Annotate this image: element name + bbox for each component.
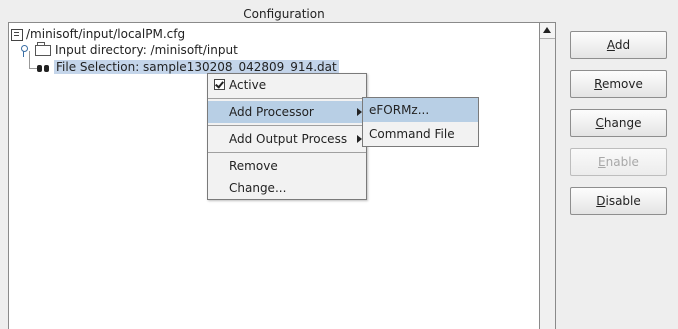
context-menu: Active Add Processor Add Output Process … <box>207 73 367 200</box>
menu-item-add-processor[interactable]: Add Processor <box>208 101 366 123</box>
menu-separator <box>208 125 366 126</box>
active-checkbox[interactable] <box>214 79 225 90</box>
configuration-header: Configuration <box>243 7 325 21</box>
scroll-up-arrow-icon[interactable] <box>540 23 555 39</box>
tree-connector-branch <box>29 68 37 69</box>
tree-node-root-label: /minisoft/input/localPM.cfg <box>26 27 186 41</box>
vertical-scrollbar[interactable] <box>539 22 556 329</box>
remove-button[interactable]: Remove <box>570 70 667 98</box>
tree-node-input-label: Input directory: /minisoft/input <box>55 43 238 57</box>
config-file-icon <box>11 28 23 41</box>
submenu-item-eformz[interactable]: eFORMz... <box>363 98 478 122</box>
menu-item-remove[interactable]: Remove <box>208 155 366 177</box>
menu-item-active[interactable]: Active <box>208 74 366 96</box>
menu-item-add-output-process[interactable]: Add Output Process <box>208 128 366 150</box>
tree-connector-line <box>29 51 30 68</box>
tree-node-input-directory[interactable]: Input directory: /minisoft/input <box>19 42 238 58</box>
enable-button[interactable]: Enable <box>570 148 667 176</box>
menu-separator <box>208 98 366 99</box>
add-processor-submenu: eFORMz... Command File <box>362 97 479 147</box>
submenu-item-command-file[interactable]: Command File <box>363 122 478 146</box>
tree-node-file-label: File Selection: sample130208_042809_914.… <box>54 60 339 74</box>
binoculars-icon <box>37 62 50 73</box>
menu-item-change[interactable]: Change... <box>208 177 366 199</box>
change-button[interactable]: Change <box>570 109 667 137</box>
add-button[interactable]: Add <box>570 31 667 59</box>
disable-button[interactable]: Disable <box>570 187 667 215</box>
menu-separator <box>208 152 366 153</box>
tree-node-root[interactable]: /minisoft/input/localPM.cfg <box>11 26 185 42</box>
folder-icon <box>35 42 51 56</box>
